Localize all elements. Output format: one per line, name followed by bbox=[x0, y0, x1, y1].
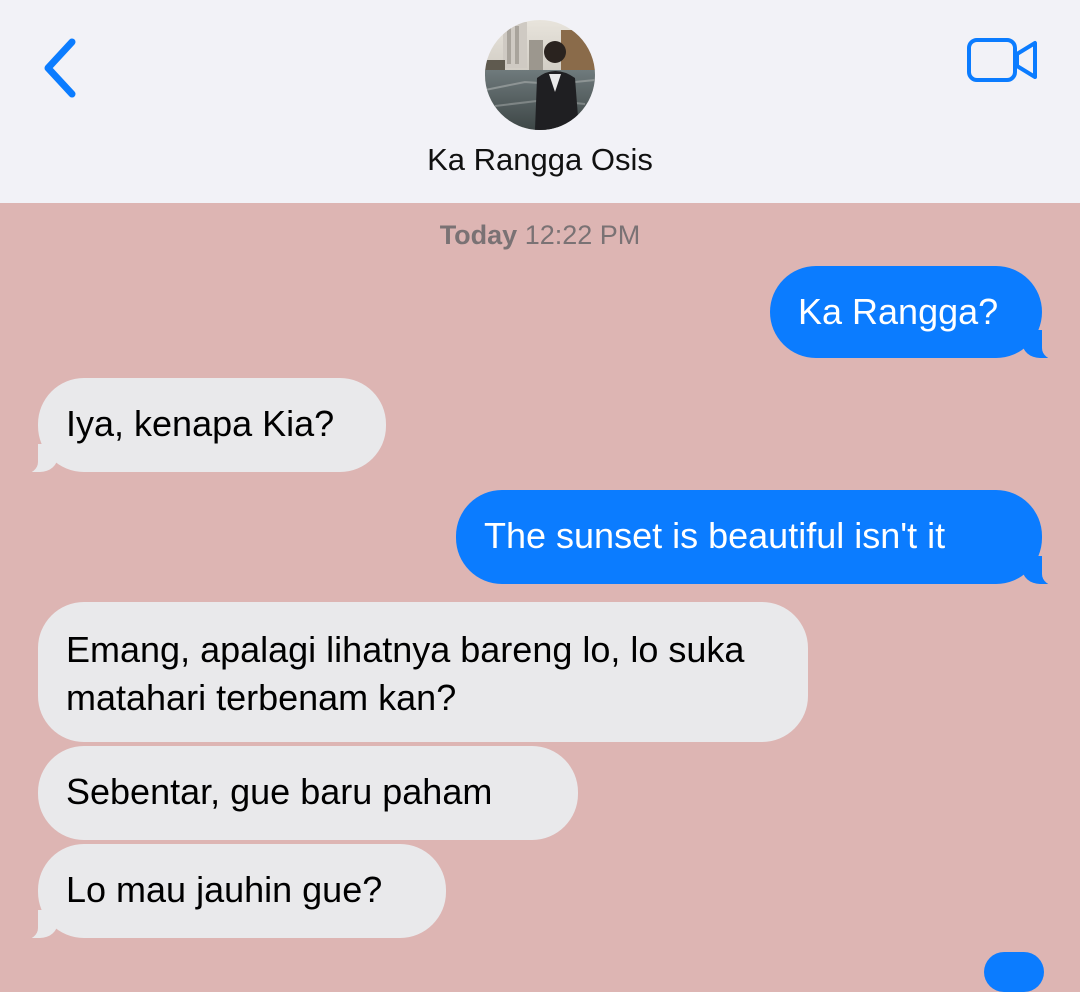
message-timestamp: Today 12:22 PM bbox=[0, 220, 1080, 251]
outgoing-message[interactable]: The sunset is beautiful isn't it bbox=[456, 490, 1070, 586]
contact-avatar[interactable] bbox=[485, 20, 595, 130]
conversation-header: Ka Rangga Osis bbox=[0, 0, 1080, 203]
chevron-left-icon bbox=[44, 38, 76, 98]
incoming-message[interactable]: Iya, kenapa Kia? bbox=[10, 378, 386, 474]
back-button[interactable] bbox=[40, 36, 84, 100]
outgoing-message-peek bbox=[984, 952, 1044, 992]
avatar-photo bbox=[485, 20, 595, 130]
outgoing-message[interactable]: Ka Rangga? bbox=[770, 266, 1070, 360]
incoming-message[interactable]: Sebentar, gue baru paham bbox=[38, 746, 578, 840]
incoming-message[interactable]: Lo mau jauhin gue? bbox=[10, 844, 446, 940]
contact-name[interactable]: Ka Rangga Osis bbox=[0, 142, 1080, 178]
timestamp-time: 12:22 PM bbox=[524, 220, 641, 250]
timestamp-day: Today bbox=[439, 220, 518, 250]
incoming-message[interactable]: Emang, apalagi lihatnya bareng lo, lo su… bbox=[38, 602, 808, 742]
video-camera-icon bbox=[967, 38, 1037, 82]
facetime-video-button[interactable] bbox=[966, 36, 1040, 84]
